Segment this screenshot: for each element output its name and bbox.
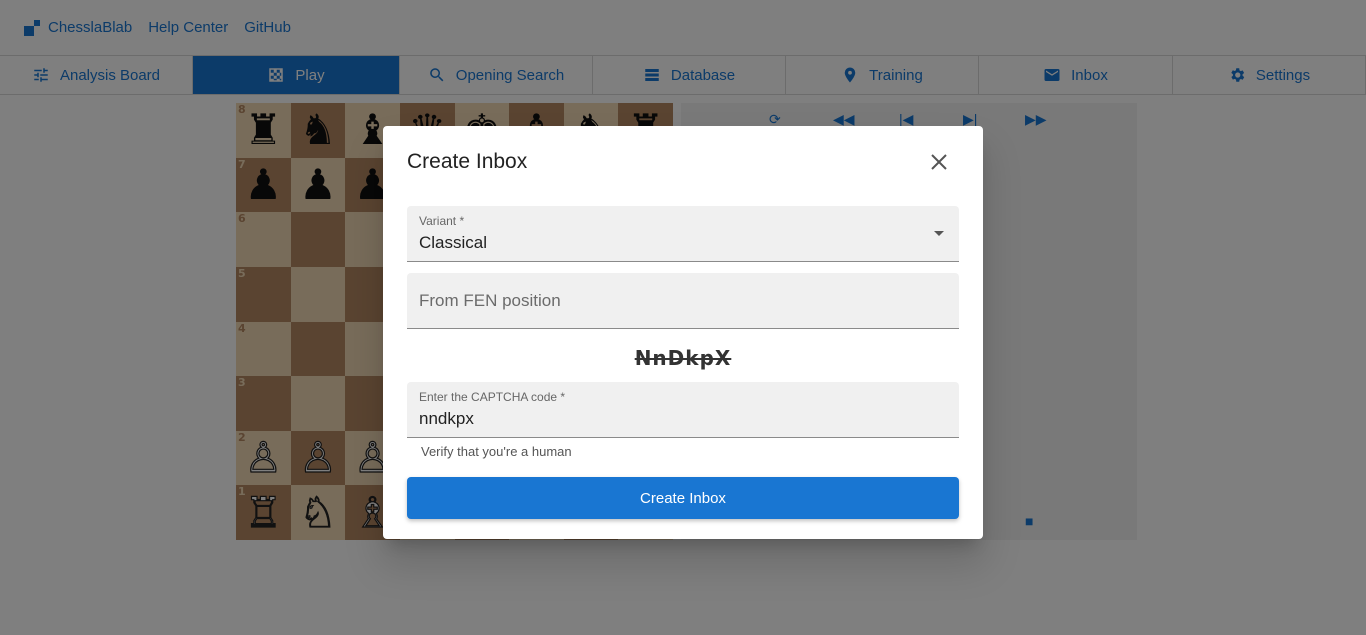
variant-select[interactable]: Variant * Classical [407,206,959,262]
captcha-field[interactable]: Enter the CAPTCHA code * nndkpx [407,382,959,438]
variant-label: Variant * [419,214,465,228]
captcha-value[interactable]: nndkpx [419,409,474,429]
fen-field[interactable] [407,273,959,329]
create-inbox-dialog: Create Inbox Variant * Classical NnDkpX … [383,126,983,539]
close-button[interactable] [925,148,953,176]
captcha-image: NnDkpX [634,346,732,370]
captcha-helper-text: Verify that you're a human [421,444,572,459]
captcha-label: Enter the CAPTCHA code * [419,390,566,404]
create-inbox-button[interactable]: Create Inbox [407,477,959,519]
fen-input[interactable] [419,273,939,328]
dialog-title: Create Inbox [407,150,528,173]
dropdown-arrow-icon [934,231,944,236]
variant-value: Classical [419,233,488,252]
close-icon [931,154,947,170]
